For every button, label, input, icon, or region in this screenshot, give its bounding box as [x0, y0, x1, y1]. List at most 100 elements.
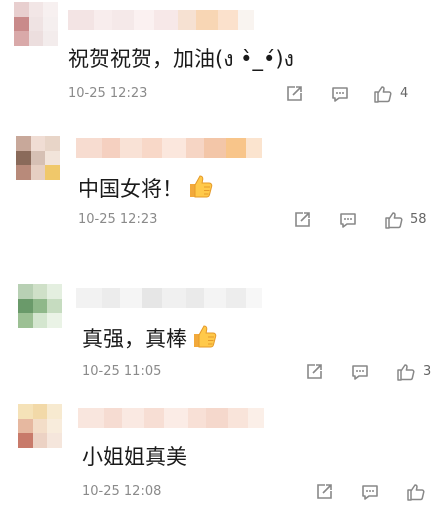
thumbs-up-emoji: [187, 172, 215, 200]
avatar-mosaic-tile: [14, 2, 29, 17]
comment-icon[interactable]: [338, 210, 358, 230]
username-blur-block: [120, 138, 142, 158]
avatar-mosaic-tile: [18, 433, 33, 448]
comment-time: 10-25 12:23: [78, 212, 158, 227]
avatar[interactable]: [18, 284, 62, 328]
avatar-mosaic-tile: [30, 136, 46, 151]
share-icon[interactable]: [304, 362, 324, 382]
avatar[interactable]: [14, 2, 58, 46]
avatar-mosaic-tile: [32, 404, 48, 419]
comment-icon[interactable]: [350, 362, 370, 382]
username-blurred[interactable]: [76, 288, 262, 308]
avatar-mosaic-tile: [16, 136, 31, 151]
username-blur-block: [206, 408, 228, 428]
comment-text-content: 小姐姐真美: [82, 445, 187, 469]
share-icon[interactable]: [284, 84, 304, 104]
avatar-mosaic-tile: [47, 418, 62, 434]
username-blur-block: [94, 10, 112, 30]
avatar-mosaic-tile: [14, 16, 29, 32]
like-count: 58: [410, 212, 427, 227]
comment-meta: 10-25 12:23 4: [0, 82, 444, 106]
like-count: 4: [400, 86, 409, 101]
username-blur-block: [76, 288, 102, 308]
comment-time: 10-25 11:05: [82, 364, 162, 379]
username-blur-block: [188, 408, 206, 428]
username-blur-block: [68, 10, 94, 30]
username-blur-block: [144, 408, 164, 428]
avatar-mosaic-tile: [18, 418, 33, 434]
username-blurred[interactable]: [78, 408, 264, 428]
avatar-mosaic-tile: [47, 313, 62, 328]
thumbs-up-icon[interactable]: [373, 84, 393, 104]
username-blur-block: [120, 288, 142, 308]
username-blurred[interactable]: [68, 10, 254, 30]
username-blur-block: [112, 10, 134, 30]
username-blur-block: [204, 288, 226, 308]
comment-time: 10-25 12:23: [68, 86, 148, 101]
share-icon[interactable]: [314, 482, 334, 502]
username-blur-block: [204, 138, 226, 158]
comment-text: 中国女将！: [78, 172, 215, 204]
avatar-mosaic-tile: [43, 31, 58, 46]
avatar-mosaic-tile: [45, 150, 60, 166]
username-blur-block: [134, 10, 154, 30]
avatar-mosaic-tile: [18, 404, 33, 419]
avatar-mosaic-tile: [28, 31, 44, 46]
avatar-mosaic-tile: [47, 433, 62, 448]
comment-text-content: 真强，真棒: [82, 327, 187, 351]
username-blurred[interactable]: [76, 138, 262, 158]
comment-meta: 10-25 12:23 58: [0, 208, 444, 232]
username-blur-block: [122, 408, 144, 428]
username-blur-block: [142, 288, 162, 308]
username-blur-block: [104, 408, 122, 428]
username-blur-block: [228, 408, 248, 428]
comment-time: 10-25 12:08: [82, 484, 162, 499]
username-blur-block: [154, 10, 178, 30]
username-blur-block: [186, 288, 204, 308]
thumbs-up-icon[interactable]: [396, 362, 416, 382]
avatar-mosaic-tile: [47, 284, 62, 299]
comment-meta: 10-25 12:08: [0, 480, 444, 504]
comment-text-content: 祝贺祝贺，加油(ง •̀_•́)ง: [68, 47, 294, 71]
username-blur-block: [246, 288, 262, 308]
avatar-mosaic-tile: [43, 16, 58, 32]
avatar-mosaic-tile: [45, 136, 60, 151]
thumbs-up-emoji: [191, 322, 219, 350]
avatar-mosaic-tile: [16, 165, 31, 180]
avatar-mosaic-tile: [47, 298, 62, 314]
username-blur-block: [102, 138, 120, 158]
username-blur-block: [76, 138, 102, 158]
thumbs-up-icon[interactable]: [384, 210, 404, 230]
avatar[interactable]: [18, 404, 62, 448]
username-blur-block: [142, 138, 162, 158]
username-blur-block: [102, 288, 120, 308]
avatar-mosaic-tile: [32, 284, 48, 299]
comment-icon[interactable]: [360, 482, 380, 502]
comment-meta: 10-25 11:05 3: [0, 360, 444, 384]
comment-text-content: 中国女将！: [78, 177, 183, 201]
avatar-mosaic-tile: [32, 433, 48, 448]
avatar-mosaic-tile: [30, 165, 46, 180]
share-icon[interactable]: [292, 210, 312, 230]
comment-text: 小姐姐真美: [82, 442, 187, 472]
avatar-mosaic-tile: [14, 31, 29, 46]
username-blur-block: [238, 10, 254, 30]
avatar-mosaic-tile: [16, 150, 31, 166]
avatar-mosaic-tile: [30, 150, 46, 166]
username-blur-block: [162, 288, 186, 308]
avatar-mosaic-tile: [18, 313, 33, 328]
username-blur-block: [226, 288, 246, 308]
username-blur-block: [218, 10, 238, 30]
username-blur-block: [226, 138, 246, 158]
like-count: 3: [423, 364, 432, 379]
username-blur-block: [162, 138, 186, 158]
avatar-mosaic-tile: [32, 313, 48, 328]
avatar-mosaic-tile: [18, 284, 33, 299]
avatar[interactable]: [16, 136, 60, 180]
username-blur-block: [178, 10, 196, 30]
username-blur-block: [246, 138, 262, 158]
thumbs-up-icon[interactable]: [406, 482, 426, 502]
comment-icon[interactable]: [330, 84, 350, 104]
avatar-mosaic-tile: [47, 404, 62, 419]
username-blur-block: [248, 408, 264, 428]
